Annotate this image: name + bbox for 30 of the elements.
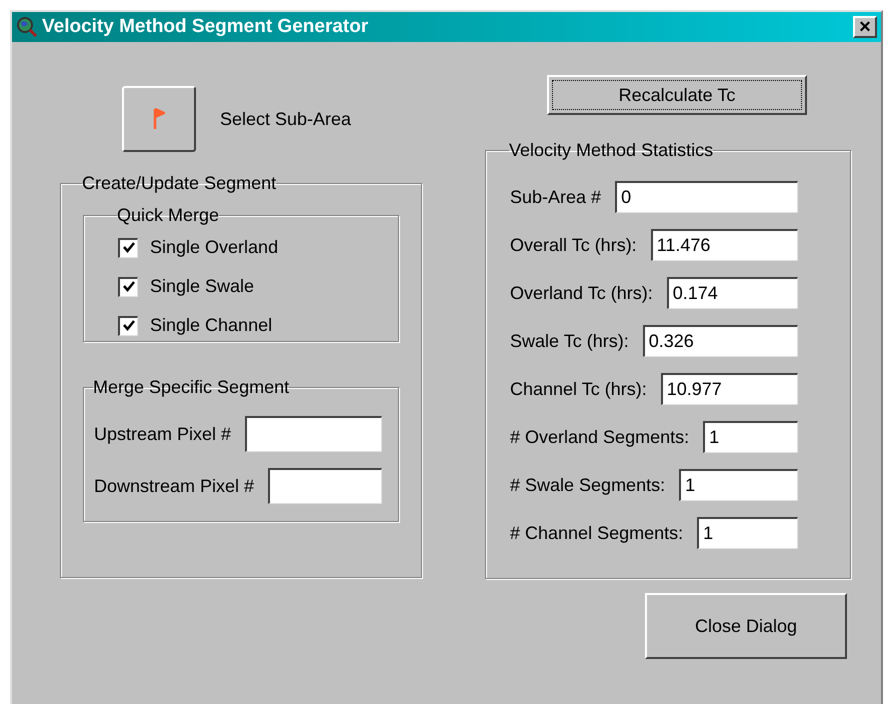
stat-value-field[interactable]: 1: [703, 421, 798, 453]
stat-label: # Channel Segments:: [510, 522, 684, 545]
checkbox-label: Single Swale: [150, 275, 254, 298]
stat-label: # Swale Segments:: [510, 474, 666, 497]
stat-label: Overland Tc (hrs):: [510, 282, 653, 305]
group-title: Merge Specific Segment: [93, 378, 290, 396]
stat-label: Overall Tc (hrs):: [510, 234, 637, 257]
stat-value-field[interactable]: 0.174: [666, 277, 798, 309]
window-title: Velocity Method Segment Generator: [42, 14, 370, 39]
checkbox-label: Single Channel: [150, 314, 272, 337]
stat-label: Swale Tc (hrs):: [510, 330, 629, 353]
stat-label: Sub-Area #: [510, 186, 602, 208]
stat-label: Channel Tc (hrs):: [510, 378, 647, 401]
stat-value-field[interactable]: 1: [697, 517, 798, 549]
recalculate-button[interactable]: Recalculate Tc: [547, 75, 807, 115]
select-sub-area-label: Select Sub-Area: [220, 108, 352, 130]
close-dialog-button[interactable]: Close Dialog: [645, 593, 847, 659]
field-label: Upstream Pixel #: [94, 422, 232, 446]
stat-value-field[interactable]: 0: [615, 181, 798, 213]
checkbox-label: Single Overland: [150, 236, 278, 259]
stat-value-field[interactable]: 1: [679, 469, 798, 501]
stat-value-field[interactable]: 11.476: [650, 229, 798, 261]
field-label: Downstream Pixel #: [94, 474, 254, 498]
group-title: Velocity Method Statistics: [509, 141, 714, 159]
stat-value-field[interactable]: 0.326: [642, 325, 798, 357]
stat-label: # Overland Segments:: [510, 426, 690, 449]
close-button[interactable]: ×: [853, 16, 877, 38]
stat-value-field[interactable]: 10.977: [660, 373, 798, 405]
group-title: Quick Merge: [117, 206, 220, 224]
group-title: Create/Update Segment: [82, 174, 276, 192]
